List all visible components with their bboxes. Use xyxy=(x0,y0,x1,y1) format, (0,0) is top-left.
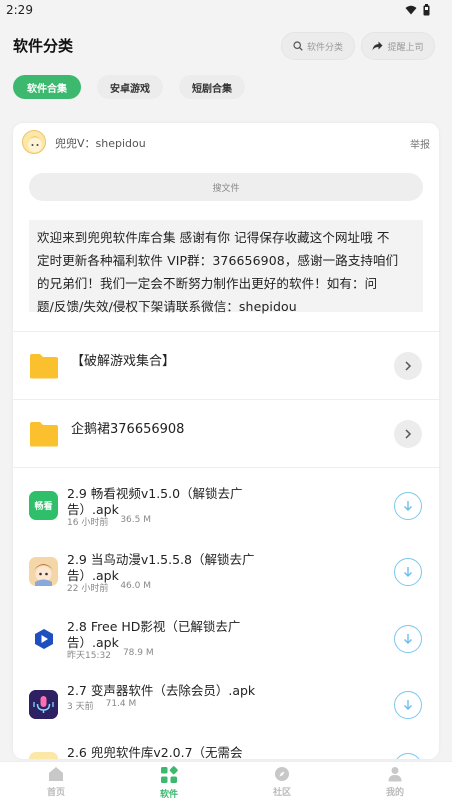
download-button[interactable] xyxy=(394,753,422,759)
folder-row[interactable]: 【破解游戏集合】 xyxy=(13,335,439,401)
file-name-line: 2.7 变声器软件（去除会员）.apk xyxy=(67,683,256,698)
download-button[interactable] xyxy=(394,558,422,586)
compass-icon xyxy=(275,767,289,781)
file-name-line: 2.6 兜兜软件库v2.0.7（无需会 xyxy=(67,745,243,759)
download-icon xyxy=(404,501,412,511)
file-list-card: 兜兜V：shepidou 举报 搜文件 欢迎来到兜兜软件库合集 感谢有你 记得保… xyxy=(13,123,439,759)
share-label: 提醒上司 xyxy=(387,42,424,53)
folder-icon xyxy=(30,354,58,379)
uploader-name: 兜兜V：shepidou xyxy=(55,137,146,150)
share-button[interactable]: 提醒上司 xyxy=(361,32,435,60)
nav-label: 首页 xyxy=(46,788,65,798)
download-icon xyxy=(404,567,412,577)
file-name: 2.9 畅看视频v1.5.0（解锁去广 告）.apk xyxy=(67,486,257,518)
tab-short-drama[interactable]: 短剧合集 xyxy=(179,75,245,99)
category-search-button[interactable]: 软件分类 xyxy=(281,32,355,60)
nav-profile[interactable]: 我的 xyxy=(365,766,425,804)
file-row[interactable]: 2.8 Free HD影视（已解锁去广 告）.apk 昨天15:32 78.9 … xyxy=(13,608,439,674)
nav-software[interactable]: 软件 xyxy=(139,766,199,804)
file-name-line: 2.8 Free HD影视（已解锁去广 xyxy=(67,619,241,634)
divider xyxy=(13,467,439,468)
file-time: 昨天15:32 xyxy=(67,651,111,661)
nav-label: 我的 xyxy=(385,788,404,798)
file-time: 22 小时前 xyxy=(67,584,109,594)
card-header: 兜兜V：shepidou 举报 xyxy=(13,123,439,163)
category-tabs: 软件合集 安卓游戏 短剧合集 xyxy=(0,75,452,101)
battery-icon xyxy=(423,4,430,16)
download-icon xyxy=(404,700,412,710)
nav-label: 社区 xyxy=(272,788,291,798)
app-icon-freehd xyxy=(29,624,58,653)
file-size: 46.0 M xyxy=(120,581,151,591)
file-name: 2.7 变声器软件（去除会员）.apk xyxy=(67,683,297,699)
nav-home[interactable]: 首页 xyxy=(26,766,86,804)
file-size: 71.4 M xyxy=(105,699,137,709)
file-meta: 昨天15:32 78.9 M xyxy=(67,648,154,661)
divider xyxy=(13,399,439,400)
tab-software-collection[interactable]: 软件合集 xyxy=(13,75,81,99)
notice-line: 欢迎来到兜兜软件库合集 感谢有你 记得保存收藏这个网址哦 不 xyxy=(37,230,390,245)
file-row[interactable]: 2.9 当鸟动漫v1.5.5.8（解锁去广 告）.apk 22 小时前 46.0… xyxy=(13,541,439,607)
download-icon xyxy=(404,634,412,644)
app-icon-doudou xyxy=(29,752,58,759)
apps-icon xyxy=(161,766,178,783)
file-name-line: 2.9 当鸟动漫v1.5.5.8（解锁去广 xyxy=(67,552,255,567)
folder-open-button[interactable] xyxy=(394,352,422,380)
file-time: 16 小时前 xyxy=(67,518,109,528)
status-time: 2:29 xyxy=(6,3,33,17)
nav-label: 软件 xyxy=(159,790,178,800)
avatar[interactable] xyxy=(22,130,46,154)
notice-text: 欢迎来到兜兜软件库合集 感谢有你 记得保存收藏这个网址哦 不 定时更新各种福利软… xyxy=(29,220,423,314)
file-row[interactable]: 2.7 变声器软件（去除会员）.apk 3 天前 71.4 M xyxy=(13,674,439,740)
file-search-input[interactable]: 搜文件 xyxy=(29,173,423,201)
wifi-icon xyxy=(405,5,417,15)
notice-line: 的兄弟们！我们一定会不断努力制作出更好的软件！如有：问 xyxy=(37,276,378,291)
app-icon-changkan: 畅看 xyxy=(29,491,58,520)
folder-row[interactable]: 企鹅裙376656908 xyxy=(13,403,439,469)
file-name: 2.9 当鸟动漫v1.5.5.8（解锁去广 告）.apk xyxy=(67,552,257,584)
file-name: 2.6 兜兜软件库v2.0.7（无需会 xyxy=(67,745,297,759)
chevron-right-icon xyxy=(405,429,412,439)
notice-line: 题/反馈/失效/侵权下架请联系微信：shepidou xyxy=(37,299,297,314)
status-icons xyxy=(405,4,430,16)
notice-line: 定时更新各种福利软件 VIP群：376656908，感谢一路支持咱们 xyxy=(37,253,399,268)
nav-community[interactable]: 社区 xyxy=(252,766,312,804)
download-button[interactable] xyxy=(394,492,422,520)
tab-android-games[interactable]: 安卓游戏 xyxy=(97,75,163,99)
folder-name: 【破解游戏集合】 xyxy=(71,354,176,369)
file-meta: 16 小时前 36.5 M xyxy=(67,515,151,528)
download-button[interactable] xyxy=(394,691,422,719)
search-icon xyxy=(293,41,303,51)
share-icon xyxy=(372,41,383,51)
download-button[interactable] xyxy=(394,625,422,653)
category-search-label: 软件分类 xyxy=(306,42,343,53)
folder-name: 企鹅裙376656908 xyxy=(71,422,185,437)
app-icon-voice-changer xyxy=(29,690,58,719)
top-bar: 软件分类 软件分类 提醒上司 xyxy=(0,22,452,68)
file-name: 2.8 Free HD影视（已解锁去广 告）.apk xyxy=(67,619,257,651)
file-meta: 22 小时前 46.0 M xyxy=(67,581,151,594)
user-icon xyxy=(388,767,402,782)
folder-icon xyxy=(30,422,58,447)
page-title: 软件分类 xyxy=(13,37,74,55)
app-icon-text: 畅看 xyxy=(34,502,53,512)
file-row[interactable]: 2.6 兜兜软件库v2.0.7（无需会 xyxy=(13,736,439,759)
home-icon xyxy=(49,767,63,781)
bottom-nav: 首页 软件 社区 我的 xyxy=(0,761,452,805)
file-meta: 3 天前 71.4 M xyxy=(67,699,136,712)
app-icon-dangniao xyxy=(29,557,58,586)
folder-open-button[interactable] xyxy=(394,420,422,448)
file-size: 36.5 M xyxy=(120,515,151,525)
file-name-line: 2.9 畅看视频v1.5.0（解锁去广 xyxy=(67,486,243,501)
file-time: 3 天前 xyxy=(67,702,94,712)
divider xyxy=(13,331,439,332)
chevron-right-icon xyxy=(405,361,412,371)
report-button[interactable]: 举报 xyxy=(410,136,430,151)
file-size: 78.9 M xyxy=(122,648,154,658)
status-bar: 2:29 xyxy=(0,0,452,22)
file-row[interactable]: 畅看 2.9 畅看视频v1.5.0（解锁去广 告）.apk 16 小时前 36.… xyxy=(13,475,439,541)
